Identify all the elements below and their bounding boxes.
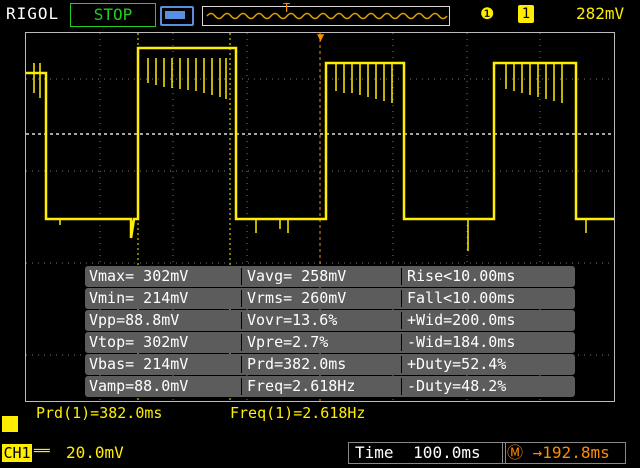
measurement-value: Fall<10.00ms bbox=[407, 289, 516, 307]
measurement-value: -Duty=48.2% bbox=[407, 377, 507, 395]
timebase-value: 100.0ms bbox=[413, 443, 481, 462]
vertical-scale[interactable]: 20.0mV bbox=[66, 443, 124, 462]
measurement-value: Vavg= 258mV bbox=[247, 267, 347, 285]
trigger-delay-box[interactable]: Ⓜ →192.8ms bbox=[502, 442, 626, 464]
cursor-frequency-readout: Freq(1)=2.618Hz bbox=[230, 404, 366, 422]
top-bar: RIGOL STOP T ❶ 1 282mV bbox=[0, 0, 640, 30]
measurement-value: Vpp=88.8mV bbox=[89, 311, 180, 329]
measurement-table: Vmax= 302mV Vavg= 258mV Rise<10.00ms Vmi… bbox=[85, 266, 575, 398]
measurement-value: Vtop= 302mV bbox=[89, 333, 189, 351]
measurement-value: Freq=2.618Hz bbox=[247, 377, 356, 395]
measurement-row: Vtop= 302mV Vpre=2.7% -Wid=184.0ms bbox=[85, 332, 575, 353]
memory-position-strip bbox=[202, 6, 450, 26]
trigger-position-icon: T bbox=[283, 1, 291, 15]
measurement-row: Vamp=88.0mV Freq=2.618Hz -Duty=48.2% bbox=[85, 376, 575, 397]
run-stop-status[interactable]: STOP bbox=[70, 3, 156, 27]
dc-coupling-icon: ══ bbox=[34, 444, 50, 459]
measurement-value: +Wid=200.0ms bbox=[407, 311, 516, 329]
measurement-value: Vamp=88.0mV bbox=[89, 377, 189, 395]
brand-logo: RIGOL bbox=[6, 4, 60, 23]
battery-icon bbox=[160, 6, 194, 26]
measurement-row: Vmax= 302mV Vavg= 258mV Rise<10.00ms bbox=[85, 266, 575, 287]
trigger-level: 282mV bbox=[576, 4, 625, 23]
measurement-value: Prd=382.0ms bbox=[247, 355, 347, 373]
measurement-value: Vrms= 260mV bbox=[247, 289, 347, 307]
channel-label[interactable]: CH1 bbox=[2, 444, 32, 462]
cursor-period-readout: Prd(1)=382.0ms bbox=[36, 404, 163, 422]
time-label: Time bbox=[355, 443, 394, 462]
measurement-value: Vpre=2.7% bbox=[247, 333, 329, 351]
status-bar: CH1 ══ 20.0mV Time 100.0ms Ⓜ →192.8ms bbox=[0, 436, 640, 468]
measurement-value: Vbas= 214mV bbox=[89, 355, 189, 373]
timebase-box[interactable]: Time 100.0ms bbox=[348, 442, 506, 464]
measurement-value: Vmin= 214mV bbox=[89, 289, 189, 307]
trigger-settings[interactable]: ❶ 1 282mV bbox=[466, 4, 636, 26]
memory-waveform-icon bbox=[206, 12, 448, 20]
measurement-value: +Duty=52.4% bbox=[407, 355, 507, 373]
measurement-row: Vmin= 214mV Vrms= 260mV Fall<10.00ms bbox=[85, 288, 575, 309]
trigger-time-marker-icon: ▼ bbox=[317, 30, 325, 44]
waveform-display[interactable]: Vmax= 302mV Vavg= 258mV Rise<10.00ms Vmi… bbox=[25, 32, 615, 402]
measurement-value: Rise<10.00ms bbox=[407, 267, 516, 285]
trigger-delay-icon: Ⓜ bbox=[507, 443, 524, 462]
measurement-row: Vbas= 214mV Prd=382.0ms +Duty=52.4% bbox=[85, 354, 575, 375]
rising-edge-icon: ❶ bbox=[480, 4, 495, 23]
measurement-value: Vmax= 302mV bbox=[89, 267, 189, 285]
channel-1-offset-marker-icon[interactable] bbox=[2, 416, 18, 432]
measurement-value: Vovr=13.6% bbox=[247, 311, 338, 329]
measurement-value: -Wid=184.0ms bbox=[407, 333, 516, 351]
measurement-row: Vpp=88.8mV Vovr=13.6% +Wid=200.0ms bbox=[85, 310, 575, 331]
trigger-delay-value: →192.8ms bbox=[532, 443, 610, 462]
trigger-channel: 1 bbox=[518, 5, 534, 23]
